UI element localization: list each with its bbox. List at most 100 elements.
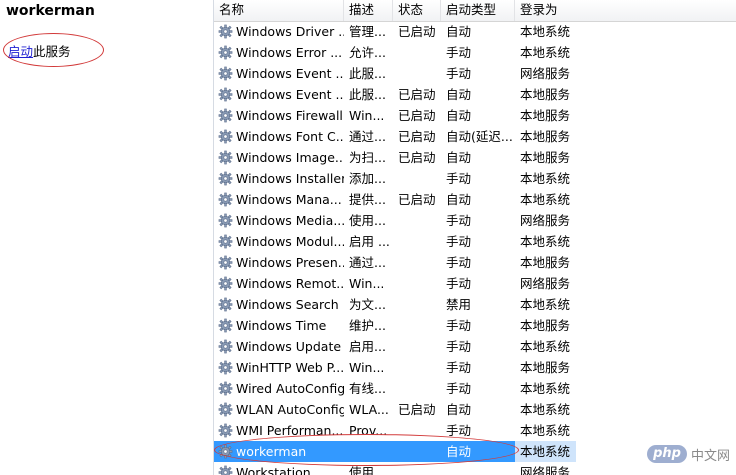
service-row[interactable]: Windows Search 为文... 禁用 本地系统 — [214, 294, 736, 315]
service-desc-cell: Win... — [349, 108, 385, 123]
column-header-description[interactable]: 描述 — [344, 0, 393, 21]
service-status-cell — [393, 315, 441, 336]
service-start-cell: 手动 — [446, 339, 472, 354]
column-header-name[interactable]: 名称 — [214, 0, 344, 21]
service-name-cell: Windows Media... — [214, 210, 344, 231]
service-name-label: Windows Mana... — [236, 192, 342, 207]
service-row[interactable]: Windows Font C... 通过... 已启动 自动(延迟... 本地服务 — [214, 126, 736, 147]
service-row[interactable]: WMI Performan... Prov... 手动 本地系统 — [214, 420, 736, 441]
service-desc-cell: 为文... — [349, 297, 386, 312]
service-desc-cell: Prov... — [349, 423, 388, 438]
gear-icon — [218, 234, 233, 249]
service-name-cell: Windows Mana... — [214, 189, 344, 210]
service-logon-cell: 本地系统 — [520, 45, 571, 60]
service-name-label: Windows Search — [236, 297, 339, 312]
service-desc-cell: 添加... — [349, 171, 386, 186]
service-row[interactable]: Windows Driver ... 管理... 已启动 自动 本地系统 — [214, 21, 736, 42]
gear-icon — [218, 213, 233, 228]
service-status-cell: 已启动 — [398, 108, 436, 123]
service-status-cell — [393, 462, 441, 475]
service-start-cell: 手动 — [446, 171, 472, 186]
service-status-cell — [393, 441, 441, 462]
service-logon-cell: 本地服务 — [520, 87, 571, 102]
column-header-log-on-as[interactable]: 登录为 — [515, 0, 575, 21]
service-status-cell — [393, 420, 441, 441]
service-name-label: Windows Error ... — [236, 45, 343, 60]
service-start-cell: 手动 — [446, 276, 472, 291]
service-row[interactable]: WLAN AutoConfig WLA... 已启动 自动 本地系统 — [214, 399, 736, 420]
service-name-cell: Windows Installer — [214, 168, 344, 189]
service-row[interactable]: Windows Remot... Win... 手动 网络服务 — [214, 273, 736, 294]
gear-icon — [218, 339, 233, 354]
service-row[interactable]: Windows Installer 添加... 手动 本地系统 — [214, 168, 736, 189]
column-header-status[interactable]: 状态 — [393, 0, 441, 21]
gear-icon — [218, 276, 233, 291]
service-status-cell — [393, 357, 441, 378]
service-name-cell: Windows Image... — [214, 147, 344, 168]
service-status-cell: 已启动 — [398, 129, 436, 144]
service-action-line: 启动此服务 — [8, 41, 71, 60]
service-start-cell: 手动 — [446, 318, 472, 333]
service-start-cell: 手动 — [446, 423, 472, 438]
service-name-cell: Windows Time — [214, 315, 344, 336]
services-list[interactable]: 名称 描述 状态 启动类型 登录为 Windows Driver ... 管理..… — [214, 0, 736, 475]
service-status-cell: 已启动 — [398, 402, 436, 417]
service-row[interactable]: Windows Media... 使用... 手动 网络服务 — [214, 210, 736, 231]
service-row[interactable]: Windows Update 启用... 手动 本地系统 — [214, 336, 736, 357]
service-name-cell: Windows Remot... — [214, 273, 344, 294]
service-name-label: workerman — [236, 444, 307, 459]
service-start-cell: 手动 — [446, 360, 472, 375]
service-row[interactable]: WinHTTP Web P... Win... 手动 本地服务 — [214, 357, 736, 378]
gear-icon — [218, 171, 233, 186]
service-name-cell: WMI Performan... — [214, 420, 344, 441]
service-name-label: Windows Time — [236, 318, 327, 333]
service-row[interactable]: Windows Modul... 启用 ... 手动 本地系统 — [214, 231, 736, 252]
column-header-startup-type[interactable]: 启动类型 — [441, 0, 515, 21]
service-row[interactable]: workerman 自动 本地系统 — [214, 441, 736, 462]
service-logon-cell: 本地系统 — [520, 339, 571, 354]
service-name-label: Windows Font C... — [236, 129, 344, 144]
service-row[interactable]: Windows Mana... 提供... 已启动 自动 本地系统 — [214, 189, 736, 210]
service-row[interactable]: Windows Time 维护... 手动 本地服务 — [214, 315, 736, 336]
service-logon-cell: 本地系统 — [520, 297, 571, 312]
service-name-label: WinHTTP Web P... — [236, 360, 344, 375]
service-name-cell: Wired AutoConfig — [214, 378, 344, 399]
service-start-cell: 手动 — [446, 255, 472, 270]
gear-icon — [218, 255, 233, 270]
service-name-cell: Windows Event ... — [214, 84, 344, 105]
service-row[interactable]: Windows Firewall Win... 已启动 自动 本地服务 — [214, 105, 736, 126]
service-status-cell — [393, 42, 441, 63]
service-row[interactable]: Windows Presen... 通过... 手动 本地服务 — [214, 252, 736, 273]
service-name-label: Windows Modul... — [236, 234, 344, 249]
service-logon-cell: 本地服务 — [520, 255, 571, 270]
service-logon-cell: 网络服务 — [520, 276, 571, 291]
service-status-cell — [393, 210, 441, 231]
service-desc-cell: Win... — [349, 360, 385, 375]
service-row[interactable]: Windows Image... 为扫... 已启动 自动 本地服务 — [214, 147, 736, 168]
service-logon-cell: 本地服务 — [520, 129, 571, 144]
service-name-label: WMI Performan... — [236, 423, 344, 438]
service-logon-cell: 本地系统 — [520, 381, 571, 396]
service-status-cell: 已启动 — [398, 150, 436, 165]
service-start-cell — [441, 462, 515, 475]
service-row[interactable]: Wired AutoConfig 有线... 手动 本地系统 — [214, 378, 736, 399]
service-logon-cell: 本地服务 — [520, 108, 571, 123]
service-row[interactable]: Windows Event ... 此服... 已启动 自动 本地服务 — [214, 84, 736, 105]
service-desc-cell: 维护... — [349, 318, 386, 333]
service-desc-cell: 启用 ... — [349, 234, 390, 249]
service-status-cell — [393, 252, 441, 273]
service-start-cell: 禁用 — [446, 297, 472, 312]
service-desc-cell: WLA... — [349, 402, 389, 417]
gear-icon — [218, 465, 233, 475]
service-status-cell — [393, 336, 441, 357]
service-row[interactable]: Windows Event ... 此服... 手动 网络服务 — [214, 63, 736, 84]
service-row[interactable]: Windows Error ... 允许... 手动 本地系统 — [214, 42, 736, 63]
service-logon-cell: 本地服务 — [520, 318, 571, 333]
service-name-cell: Workstation — [214, 462, 344, 475]
service-row[interactable]: Workstation 使用... 网络服务 — [214, 462, 736, 475]
service-name-label: WLAN AutoConfig — [236, 402, 344, 417]
action-suffix: 此服务 — [33, 44, 71, 59]
service-start-cell: 自动 — [446, 150, 472, 165]
start-service-link[interactable]: 启动 — [8, 44, 33, 59]
gear-icon — [218, 423, 233, 438]
